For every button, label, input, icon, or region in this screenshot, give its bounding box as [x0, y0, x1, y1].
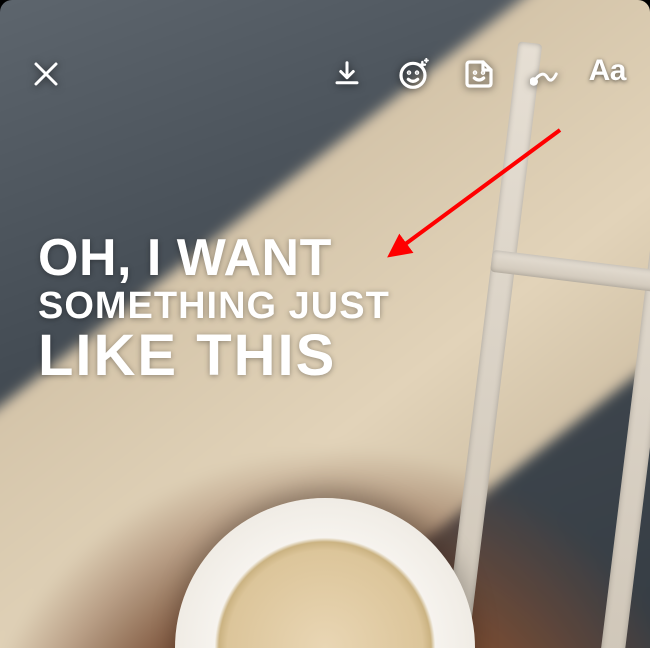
story-editor-canvas[interactable]: Aa OH, I WANT SOMETHING JUST LIKE THIS — [0, 0, 650, 648]
stickers-icon[interactable] — [455, 50, 503, 98]
text-tool-button[interactable]: Aa — [587, 50, 628, 92]
lyrics-line-3: LIKE THIS — [38, 326, 390, 385]
lyrics-line-1: OH, I WANT — [38, 232, 390, 285]
editor-toolbar: Aa — [0, 0, 650, 108]
face-effects-icon[interactable] — [389, 50, 437, 98]
draw-icon[interactable] — [521, 50, 569, 98]
close-icon[interactable] — [22, 50, 70, 98]
music-lyrics-sticker[interactable]: OH, I WANT SOMETHING JUST LIKE THIS — [38, 232, 390, 385]
lyrics-line-2: SOMETHING JUST — [38, 287, 390, 326]
download-icon[interactable] — [323, 50, 371, 98]
